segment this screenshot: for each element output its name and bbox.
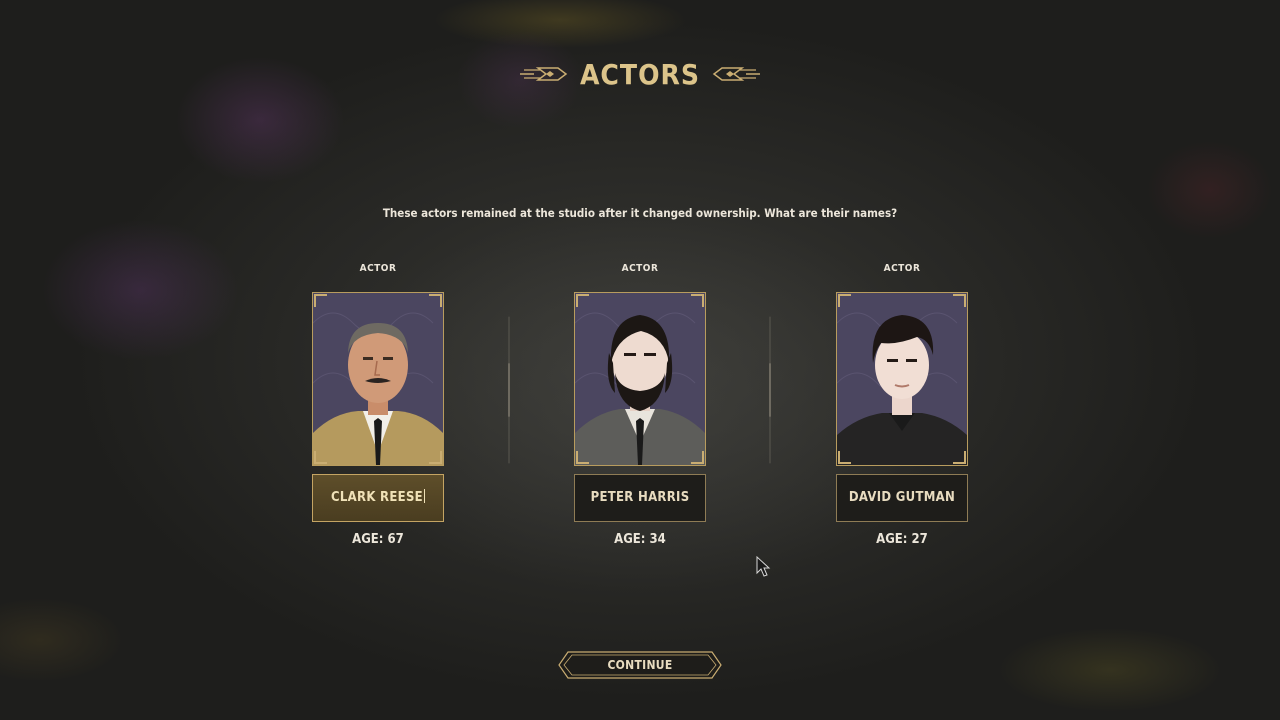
actor-card-label: ACTOR <box>359 263 397 274</box>
actor-name-input[interactable]: PETER HARRIS <box>574 474 706 522</box>
actor-age: AGE: 34 <box>614 532 666 547</box>
actor-portrait-older-man <box>312 292 444 466</box>
left-ornament-icon <box>519 64 570 84</box>
actor-portrait-bearded-man <box>574 292 706 466</box>
actor-portrait-young-man <box>836 292 968 466</box>
continue-button[interactable]: CONTINUE <box>558 651 722 679</box>
actor-card: ACTOR DAVID GUTMAN AGE: 27 <box>836 262 968 547</box>
actor-age: AGE: 27 <box>876 532 928 547</box>
actor-name-input[interactable]: CLARK REESE <box>312 474 444 522</box>
mouse-cursor-icon <box>756 556 771 577</box>
actor-card: ACTOR PETER HARRIS AGE: 34 <box>574 262 706 547</box>
page-title: ACTORS <box>579 57 701 91</box>
actor-age: AGE: 67 <box>352 532 404 547</box>
title-bar: ACTORS <box>0 52 1280 96</box>
divider-line <box>508 316 510 464</box>
instructions-text: These actors remained at the studio afte… <box>382 206 898 220</box>
actor-card-label: ACTOR <box>883 263 921 274</box>
actor-name-value: PETER HARRIS <box>590 490 690 505</box>
right-ornament-icon <box>710 64 761 84</box>
actor-card-label: ACTOR <box>621 263 659 274</box>
actor-card: ACTOR CLARK REESE AGE: 67 <box>312 262 444 547</box>
text-caret <box>423 489 425 503</box>
divider-line <box>769 316 771 464</box>
actor-name-value: CLARK REESE <box>331 490 423 505</box>
actor-name-input[interactable]: DAVID GUTMAN <box>836 474 968 522</box>
continue-label: CONTINUE <box>607 658 673 672</box>
actor-name-value: DAVID GUTMAN <box>848 490 956 505</box>
